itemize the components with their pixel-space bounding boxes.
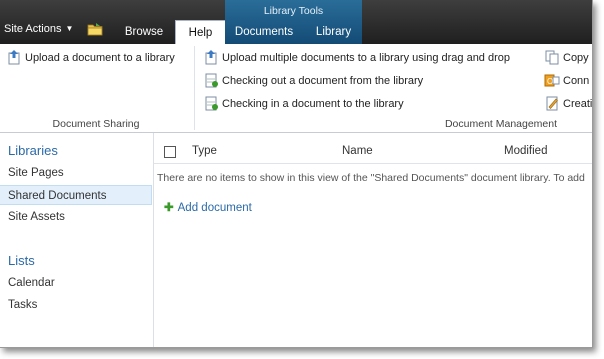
upload-multiple-icon (205, 50, 217, 65)
top-ribbon-bar: Site Actions ▼ Browse Help Library Tools … (0, 0, 592, 46)
upload-document-label: Upload a document to a library (25, 52, 175, 64)
column-header-name[interactable]: Name (342, 145, 373, 157)
upload-icon (8, 50, 20, 65)
copy-icon (545, 50, 559, 65)
checkout-label: Checking out a document from the library (222, 75, 424, 87)
ribbon-divider (194, 46, 195, 130)
folder-icon[interactable] (87, 22, 103, 36)
upload-multiple-label: Upload multiple documents to a library u… (222, 52, 510, 64)
add-document-link[interactable]: ✚ Add document (164, 200, 252, 214)
checkout-link[interactable]: Checking out a document from the library (203, 72, 423, 90)
nav-shared-documents[interactable]: Shared Documents (0, 185, 152, 205)
quick-launch: Libraries Site Pages Shared Documents Si… (0, 133, 154, 347)
checkin-icon (205, 96, 218, 111)
connect-link[interactable]: O Conn (544, 72, 589, 90)
empty-list-message: There are no items to show in this view … (157, 172, 585, 184)
help-ribbon: Upload a document to a library Document … (0, 44, 592, 133)
add-document-label: Add document (177, 202, 252, 214)
column-header-modified[interactable]: Modified (504, 145, 547, 157)
chevron-down-icon: ▼ (65, 24, 74, 33)
document-library-view: Type Name Modified There are no items to… (154, 133, 592, 347)
create-label: Creati (563, 98, 593, 110)
connect-label: Conn (563, 75, 590, 87)
lists-heading[interactable]: Lists (8, 253, 35, 268)
library-tools-label: Library Tools (263, 5, 324, 17)
svg-text:O: O (547, 77, 553, 86)
nav-tasks[interactable]: Tasks (0, 295, 152, 315)
plus-icon: ✚ (164, 202, 174, 214)
checkout-icon (205, 73, 218, 88)
document-management-group-label: Document Management (444, 118, 558, 130)
header-divider (154, 163, 592, 164)
copy-label: Copy (563, 52, 589, 64)
upload-document-link[interactable]: Upload a document to a library (6, 49, 175, 67)
create-icon (546, 96, 558, 111)
nav-site-assets[interactable]: Site Assets (0, 207, 152, 227)
document-sharing-group-label: Document Sharing (52, 118, 140, 130)
create-link[interactable]: Creati (544, 95, 592, 113)
upload-multiple-link[interactable]: Upload multiple documents to a library u… (203, 49, 510, 67)
tab-library[interactable]: Library (305, 20, 362, 44)
site-actions-menu[interactable]: Site Actions ▼ (4, 23, 73, 35)
libraries-heading[interactable]: Libraries (8, 143, 58, 158)
tab-browse[interactable]: Browse (116, 20, 172, 44)
checkin-link[interactable]: Checking in a document to the library (203, 95, 404, 113)
sharepoint-window: Site Actions ▼ Browse Help Library Tools … (0, 0, 593, 348)
nav-calendar[interactable]: Calendar (0, 273, 152, 293)
tab-help[interactable]: Help (175, 20, 226, 46)
nav-site-pages[interactable]: Site Pages (0, 163, 152, 183)
tab-documents[interactable]: Documents (226, 20, 302, 44)
checkin-label: Checking in a document to the library (222, 98, 404, 110)
site-actions-label: Site Actions (4, 23, 62, 35)
select-all-checkbox[interactable] (164, 146, 176, 158)
column-header-type[interactable]: Type (192, 145, 217, 157)
copy-link[interactable]: Copy (544, 49, 589, 67)
outlook-icon: O (544, 74, 560, 87)
